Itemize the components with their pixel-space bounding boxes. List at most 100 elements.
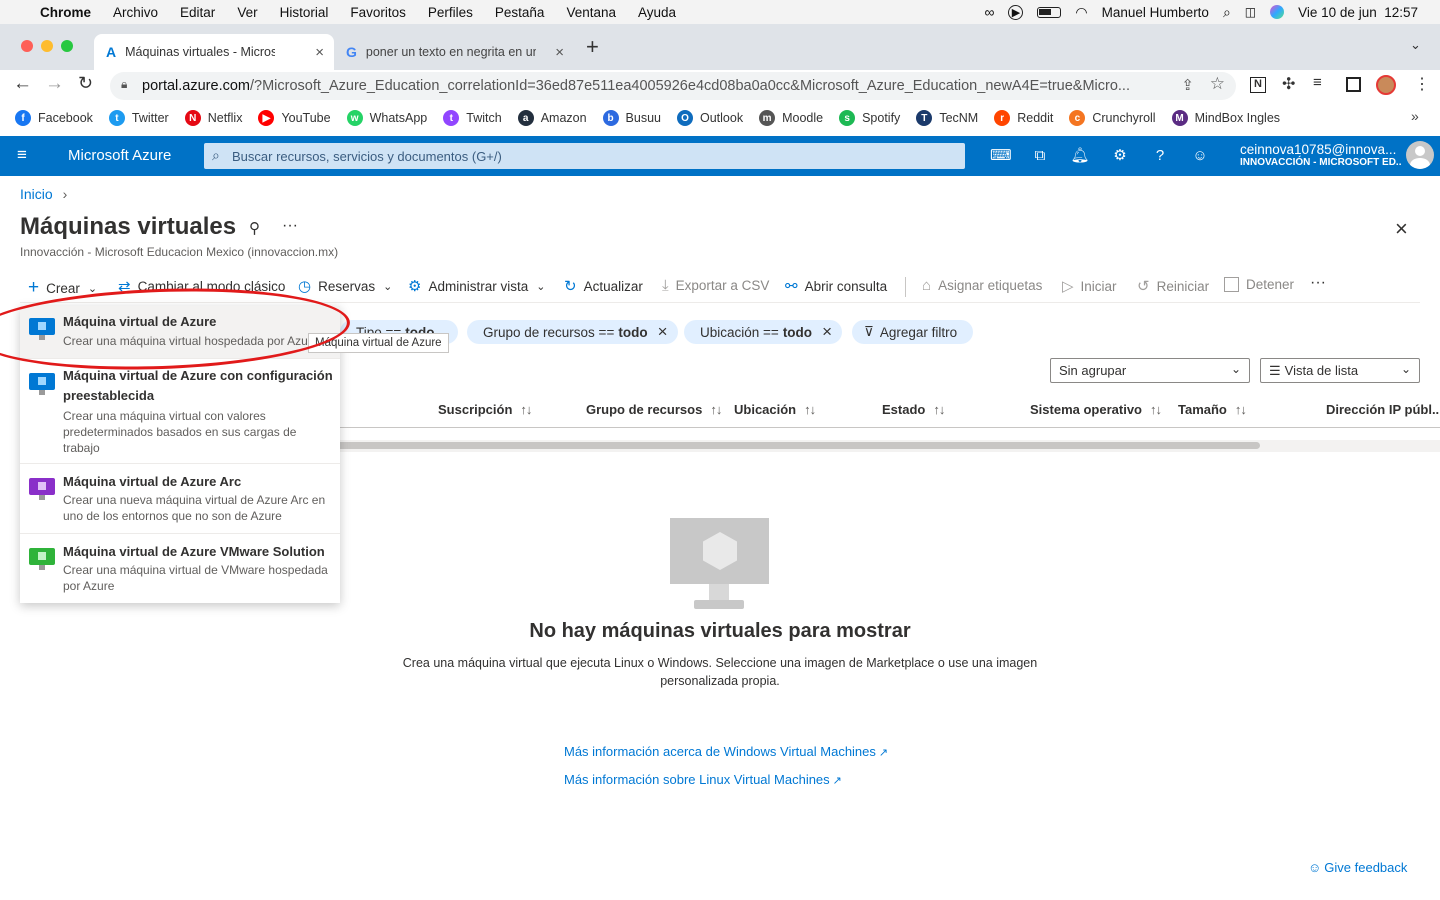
- breadcrumb-home-link[interactable]: Inicio: [20, 186, 53, 202]
- reading-list-icon[interactable]: ≡: [1313, 74, 1322, 91]
- give-feedback-link[interactable]: ☺ Give feedback: [1308, 860, 1407, 875]
- column-header-os[interactable]: Sistema operativo ↑↓: [1030, 402, 1162, 417]
- reload-icon[interactable]: ↻: [78, 73, 93, 94]
- bookmark-tecnm[interactable]: T TecNM: [916, 110, 978, 126]
- share-icon[interactable]: ⇪: [1181, 76, 1194, 94]
- refresh-button[interactable]: ↻ Actualizar: [564, 277, 643, 295]
- start-button[interactable]: ▷ Iniciar: [1062, 277, 1117, 295]
- close-tab-icon[interactable]: ×: [555, 44, 564, 61]
- close-window-button[interactable]: [21, 40, 33, 52]
- directory-filter-icon[interactable]: ⧉: [1030, 146, 1050, 166]
- account-avatar[interactable]: [1406, 141, 1434, 169]
- column-header-subscription[interactable]: Suscripción ↑↓: [438, 402, 532, 417]
- chrome-menu-icon[interactable]: ⋮: [1414, 74, 1430, 94]
- side-panel-icon[interactable]: [1346, 77, 1361, 92]
- menubar-datetime[interactable]: Vie 10 de jun 12:57: [1298, 5, 1418, 20]
- export-csv-button[interactable]: ⤓ Exportar a CSV: [662, 277, 769, 294]
- bookmark-crunchyroll[interactable]: c Crunchyroll: [1069, 110, 1156, 126]
- filter-pill-location[interactable]: Ubicación == todo ×: [684, 320, 842, 344]
- minimize-window-button[interactable]: [41, 40, 53, 52]
- bookmark-mindbox-ingles[interactable]: M MindBox Ingles: [1171, 110, 1280, 126]
- bookmark-twitch[interactable]: t Twitch: [443, 110, 502, 126]
- windows-vm-info-link[interactable]: Más información acerca de Windows Virtua…: [564, 744, 888, 759]
- remove-filter-icon[interactable]: ×: [658, 322, 668, 342]
- menu-ventana[interactable]: Ventana: [566, 5, 616, 20]
- stop-button[interactable]: Detener: [1224, 277, 1294, 292]
- bookmark-netflix[interactable]: N Netflix: [184, 110, 242, 126]
- azure-brand[interactable]: Microsoft Azure: [68, 147, 171, 164]
- bookmark-amazon[interactable]: a Amazon: [517, 110, 587, 126]
- menu-favoritos[interactable]: Favoritos: [350, 5, 406, 20]
- horizontal-scrollbar-thumb[interactable]: [320, 442, 1260, 449]
- close-blade-icon[interactable]: ×: [1395, 216, 1408, 242]
- view-mode-dropdown[interactable]: ☰ Vista de lista ⌄: [1260, 358, 1420, 383]
- siri-icon[interactable]: [1270, 5, 1285, 19]
- more-bookmarks-chevron-icon[interactable]: »: [1411, 108, 1419, 124]
- spotlight-search-icon[interactable]: ⌕: [1223, 4, 1231, 21]
- battery-icon[interactable]: [1037, 6, 1062, 18]
- bookmark-twitter[interactable]: t Twitter: [108, 110, 169, 126]
- reservations-button[interactable]: ◷ Reservas ⌄: [298, 277, 392, 295]
- bookmark-outlook[interactable]: O Outlook: [677, 110, 743, 126]
- column-header-size[interactable]: Tamaño ↑↓: [1178, 402, 1247, 417]
- notifications-bell-icon[interactable]: 🔔︎: [1070, 146, 1090, 166]
- grouping-dropdown[interactable]: Sin agrupar ⌄: [1050, 358, 1250, 383]
- feedback-icon[interactable]: ☺: [1190, 146, 1210, 166]
- tab-search-chevron-icon[interactable]: ⌄: [1410, 37, 1421, 53]
- bookmark-reddit[interactable]: r Reddit: [994, 110, 1053, 126]
- menu-historial[interactable]: Historial: [280, 5, 329, 20]
- global-search-input[interactable]: ⌕ Buscar recursos, servicios y documento…: [204, 143, 965, 169]
- menu-ver[interactable]: Ver: [237, 5, 257, 20]
- profile-avatar[interactable]: [1376, 75, 1396, 95]
- maximize-window-button[interactable]: [61, 40, 73, 52]
- menu-archivo[interactable]: Archivo: [113, 5, 158, 20]
- bookmark-busuu[interactable]: b Busuu: [602, 110, 661, 126]
- more-options-icon[interactable]: ···: [282, 217, 298, 235]
- control-center-icon[interactable]: ◫: [1245, 5, 1256, 19]
- infinity-icon[interactable]: ∞: [984, 4, 994, 20]
- lock-icon[interactable]: 🔒︎: [121, 77, 127, 92]
- back-arrow-icon[interactable]: ←: [13, 73, 32, 95]
- more-commands-icon[interactable]: ···: [1310, 274, 1326, 292]
- pin-icon[interactable]: ⚲: [249, 219, 260, 237]
- notion-extension-icon[interactable]: N: [1250, 77, 1266, 93]
- bookmark-whatsapp[interactable]: w WhatsApp: [346, 110, 427, 126]
- forward-arrow-icon[interactable]: →: [45, 73, 64, 95]
- tab-azure-vms[interactable]: A Máquinas virtuales - Microsoft ×: [94, 34, 334, 70]
- settings-gear-icon[interactable]: ⚙: [1110, 146, 1130, 166]
- manage-view-button[interactable]: ⚙ Administrar vista ⌄: [408, 277, 545, 295]
- assign-tags-button[interactable]: ⌂ Asignar etiquetas: [922, 277, 1042, 294]
- menu-item-arc-vm[interactable]: Máquina virtual de Azure Arc Crear una n…: [20, 464, 340, 533]
- menu-item-preset-vm[interactable]: Máquina virtual de Azure con configuraci…: [20, 359, 340, 463]
- address-bar[interactable]: 🔒︎ portal.azure.com/?Microsoft_Azure_Edu…: [110, 72, 1236, 100]
- remove-filter-icon[interactable]: ×: [822, 322, 832, 342]
- linux-vm-info-link[interactable]: Más información sobre Linux Virtual Mach…: [564, 772, 842, 787]
- wifi-icon[interactable]: ◠: [1075, 4, 1087, 21]
- new-tab-button[interactable]: +: [586, 34, 599, 60]
- filter-pill-resource-group[interactable]: Grupo de recursos == todo ×: [467, 320, 678, 344]
- help-icon[interactable]: ?: [1150, 146, 1170, 166]
- account-info[interactable]: ceinnova10785@innova... INNOVACCIÓN - MI…: [1240, 142, 1402, 168]
- menubar-user[interactable]: Manuel Humberto: [1102, 5, 1209, 20]
- menu-item-vmware-vm[interactable]: Máquina virtual de Azure VMware Solution…: [20, 534, 340, 603]
- restart-button[interactable]: ↺ Reiniciar: [1137, 277, 1209, 295]
- column-header-public-ip[interactable]: Dirección IP públ...: [1326, 402, 1440, 417]
- bookmark-facebook[interactable]: f Facebook: [15, 110, 93, 126]
- column-header-location[interactable]: Ubicación ↑↓: [734, 402, 816, 417]
- bookmark-moodle[interactable]: m Moodle: [759, 110, 823, 126]
- menu-editar[interactable]: Editar: [180, 5, 215, 20]
- bookmark-youtube[interactable]: ▶ YouTube: [258, 110, 331, 126]
- add-filter-button[interactable]: ⊽ Agregar filtro: [852, 320, 974, 344]
- open-query-button[interactable]: ⚯ Abrir consulta: [785, 277, 887, 295]
- extensions-puzzle-icon[interactable]: ✣: [1282, 74, 1295, 94]
- bookmark-star-icon[interactable]: ☆: [1210, 74, 1225, 94]
- menu-perfiles[interactable]: Perfiles: [428, 5, 473, 20]
- menu-ayuda[interactable]: Ayuda: [638, 5, 676, 20]
- column-header-resource-group[interactable]: Grupo de recursos ↑↓: [586, 402, 722, 417]
- hamburger-menu-icon[interactable]: ≡: [17, 145, 27, 165]
- bookmark-spotify[interactable]: s Spotify: [839, 110, 900, 126]
- menu-pestana[interactable]: Pestaña: [495, 5, 545, 20]
- cloud-shell-icon[interactable]: ⌨︎: [990, 146, 1012, 166]
- close-tab-icon[interactable]: ×: [315, 44, 324, 61]
- play-icon[interactable]: ▶: [1008, 4, 1024, 20]
